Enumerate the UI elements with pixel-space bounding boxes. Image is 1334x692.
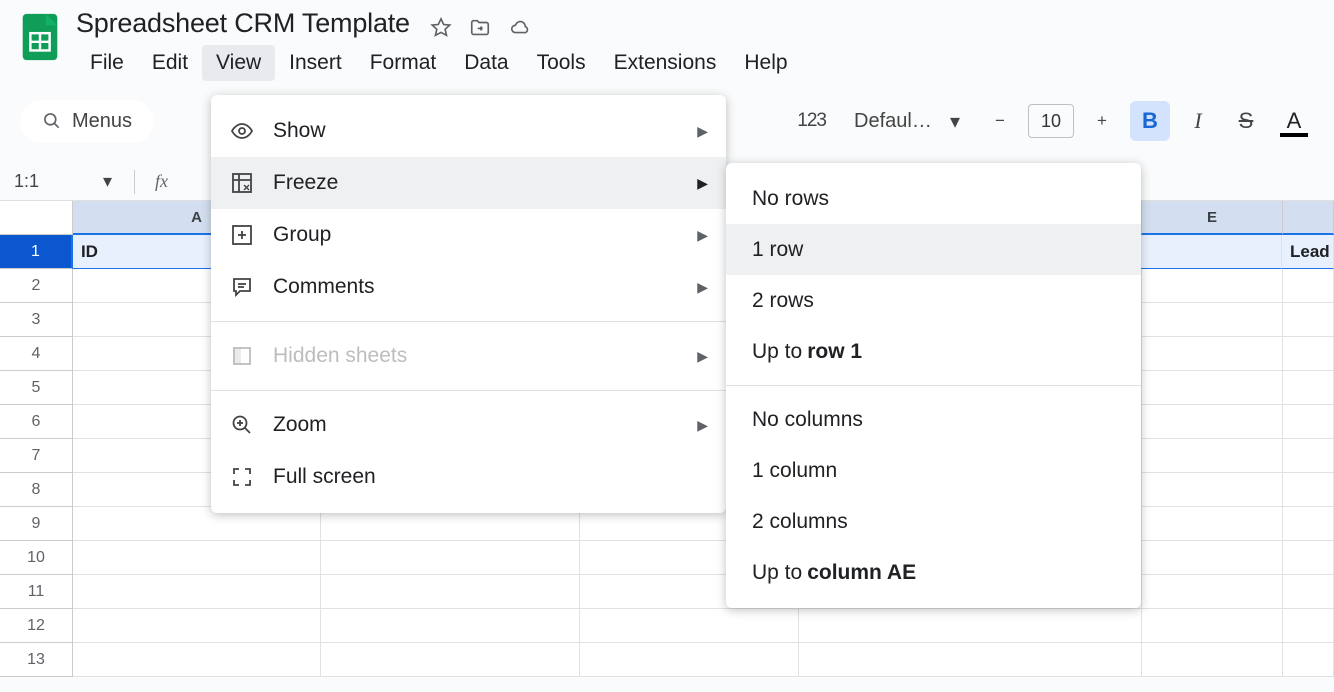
row-header[interactable]: 8 bbox=[0, 473, 73, 507]
row-header[interactable]: 3 bbox=[0, 303, 73, 337]
sheet-icon bbox=[229, 343, 255, 369]
menu-item-hidden-sheets: Hidden sheets ▶ bbox=[211, 330, 726, 382]
row-header[interactable]: 9 bbox=[0, 507, 73, 541]
select-all-corner[interactable] bbox=[0, 201, 73, 235]
decrease-font-size[interactable]: − bbox=[980, 101, 1020, 141]
freeze-no-rows[interactable]: No rows bbox=[726, 173, 1141, 224]
menu-item-show[interactable]: Show ▶ bbox=[211, 105, 726, 157]
row-header[interactable]: 11 bbox=[0, 575, 73, 609]
menubar: File Edit View Insert Format Data Tools … bbox=[76, 45, 1318, 81]
menu-item-comments[interactable]: Comments ▶ bbox=[211, 261, 726, 313]
menu-insert[interactable]: Insert bbox=[275, 45, 356, 81]
freeze-icon bbox=[229, 170, 255, 196]
menu-extensions[interactable]: Extensions bbox=[600, 45, 731, 81]
zoom-icon bbox=[229, 412, 255, 438]
font-size-input[interactable]: 10 bbox=[1028, 104, 1074, 138]
menu-item-zoom[interactable]: Zoom ▶ bbox=[211, 399, 726, 451]
fullscreen-icon bbox=[229, 464, 255, 490]
sheets-logo[interactable] bbox=[16, 8, 64, 66]
menus-search[interactable]: Menus bbox=[20, 100, 154, 143]
submenu-arrow-icon: ▶ bbox=[697, 417, 708, 434]
column-header-E[interactable]: E bbox=[1142, 201, 1283, 235]
row-header-1[interactable]: 1 bbox=[0, 235, 73, 269]
row-header[interactable]: 12 bbox=[0, 609, 73, 643]
menu-item-fullscreen[interactable]: Full screen bbox=[211, 451, 726, 503]
freeze-2-rows[interactable]: 2 rows bbox=[726, 275, 1141, 326]
comments-icon bbox=[229, 274, 255, 300]
dropdown-icon: ▾ bbox=[103, 171, 112, 192]
submenu-arrow-icon: ▶ bbox=[697, 175, 708, 192]
name-box[interactable]: 1:1 ▾ bbox=[14, 171, 124, 192]
font-family-select[interactable]: Defaul… ▾ bbox=[842, 101, 972, 141]
row-header[interactable]: 7 bbox=[0, 439, 73, 473]
text-color-button[interactable]: A bbox=[1274, 101, 1314, 141]
cell-E1[interactable] bbox=[1141, 235, 1282, 269]
freeze-submenu: No rows 1 row 2 rows Up torow 1 No colum… bbox=[726, 163, 1141, 608]
menu-data[interactable]: Data bbox=[450, 45, 522, 81]
column-header-F[interactable] bbox=[1283, 201, 1334, 235]
row-header[interactable]: 4 bbox=[0, 337, 73, 371]
menu-edit[interactable]: Edit bbox=[138, 45, 202, 81]
menu-view[interactable]: View bbox=[202, 45, 275, 81]
number-format-button[interactable]: 123 bbox=[789, 101, 834, 141]
title-area: Spreadsheet CRM Template File Edit View … bbox=[76, 8, 1318, 81]
table-row: 13 bbox=[0, 643, 1334, 677]
star-icon[interactable] bbox=[430, 17, 452, 39]
submenu-arrow-icon: ▶ bbox=[697, 227, 708, 244]
freeze-1-row[interactable]: 1 row bbox=[726, 224, 1141, 275]
menu-format[interactable]: Format bbox=[356, 45, 451, 81]
row-header[interactable]: 2 bbox=[0, 269, 73, 303]
eye-icon bbox=[229, 118, 255, 144]
submenu-arrow-icon: ▶ bbox=[697, 348, 708, 365]
move-icon[interactable] bbox=[468, 17, 492, 39]
dropdown-icon: ▾ bbox=[950, 109, 960, 134]
view-dropdown-menu: Show ▶ Freeze ▶ Group ▶ Comments ▶ Hidde… bbox=[211, 95, 726, 513]
menu-tools[interactable]: Tools bbox=[523, 45, 600, 81]
italic-button[interactable]: I bbox=[1178, 101, 1218, 141]
bold-button[interactable]: B bbox=[1130, 101, 1170, 141]
strikethrough-button[interactable]: S bbox=[1226, 101, 1266, 141]
row-header[interactable]: 10 bbox=[0, 541, 73, 575]
freeze-no-columns[interactable]: No columns bbox=[726, 394, 1141, 445]
row-header[interactable]: 6 bbox=[0, 405, 73, 439]
menu-item-group[interactable]: Group ▶ bbox=[211, 209, 726, 261]
header: Spreadsheet CRM Template File Edit View … bbox=[0, 0, 1334, 81]
menu-item-freeze[interactable]: Freeze ▶ bbox=[211, 157, 726, 209]
fx-label: fx bbox=[145, 171, 168, 192]
submenu-arrow-icon: ▶ bbox=[697, 279, 708, 296]
document-title[interactable]: Spreadsheet CRM Template bbox=[76, 4, 410, 40]
freeze-upto-row[interactable]: Up torow 1 bbox=[726, 326, 1141, 377]
cell-F1[interactable]: Lead bbox=[1282, 235, 1334, 269]
submenu-arrow-icon: ▶ bbox=[697, 123, 708, 140]
freeze-upto-column[interactable]: Up tocolumn AE bbox=[726, 547, 1141, 598]
table-row: 12 bbox=[0, 609, 1334, 643]
menu-help[interactable]: Help bbox=[730, 45, 801, 81]
menus-label: Menus bbox=[72, 110, 132, 133]
row-header[interactable]: 5 bbox=[0, 371, 73, 405]
freeze-2-columns[interactable]: 2 columns bbox=[726, 496, 1141, 547]
freeze-1-column[interactable]: 1 column bbox=[726, 445, 1141, 496]
menu-file[interactable]: File bbox=[76, 45, 138, 81]
row-header[interactable]: 13 bbox=[0, 643, 73, 677]
group-icon bbox=[229, 222, 255, 248]
cloud-status-icon[interactable] bbox=[508, 17, 532, 39]
increase-font-size[interactable]: + bbox=[1082, 101, 1122, 141]
